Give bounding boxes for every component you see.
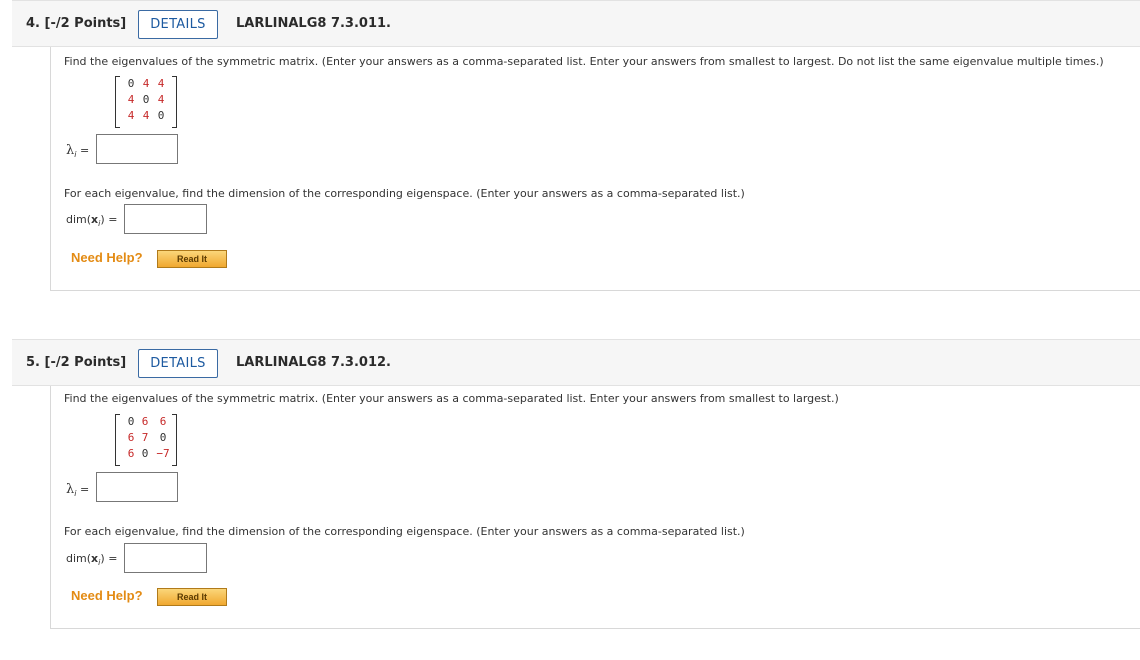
matrix-cell: 0 (142, 93, 150, 106)
question-5-number: 5. [-/2 Points] (26, 355, 127, 370)
question-5-dimension-input[interactable] (124, 543, 207, 573)
matrix-row: 4 0 4 (123, 93, 169, 108)
question-5-header: 5. [-/2 Points] DETAILS LARLINALG8 7.3.0… (12, 339, 1140, 386)
matrix-row: 4 4 0 (123, 109, 169, 124)
question-4-reference: LARLINALG8 7.3.011. (236, 16, 391, 31)
matrix-cell: 6 (141, 415, 149, 428)
question-5-reference: LARLINALG8 7.3.012. (236, 355, 391, 370)
question-4-details-button[interactable]: DETAILS (138, 10, 218, 39)
matrix-cell: 0 (141, 447, 149, 460)
question-4-eigenvalue-prompt: Find the eigenvalues of the symmetric ma… (64, 55, 1104, 68)
question-5-details-button[interactable]: DETAILS (138, 349, 218, 378)
matrix-row: 6 0 −7 (123, 447, 170, 462)
matrix-cell: 4 (127, 109, 135, 122)
matrix-cell: 7 (141, 431, 149, 444)
question-5-body: Find the eigenvalues of the symmetric ma… (50, 386, 1140, 629)
matrix-row: 6 7 0 (123, 431, 169, 446)
matrix-cell: 6 (159, 415, 167, 428)
matrix-cell: 4 (157, 77, 165, 90)
matrix-cell: 0 (157, 109, 165, 122)
question-4-eigenvalue-input[interactable] (96, 134, 178, 164)
matrix-cell: −7 (156, 447, 170, 460)
question-4-dimension-input[interactable] (124, 204, 207, 234)
matrix-cell: 4 (142, 109, 150, 122)
question-5-eigenvalue-prompt: Find the eigenvalues of the symmetric ma… (64, 392, 839, 405)
matrix-left-bracket (115, 76, 120, 128)
question-5-read-it-button[interactable]: Read It (157, 588, 227, 606)
matrix-row: 0 4 4 (123, 77, 169, 92)
matrix-cell: 0 (159, 431, 167, 444)
question-5-lambda-label: λi = (66, 482, 90, 499)
question-4-dimension-prompt: For each eigenvalue, find the dimension … (64, 187, 745, 200)
question-5-dimension-prompt: For each eigenvalue, find the dimension … (64, 525, 745, 538)
question-5-need-help: Need Help? (71, 588, 143, 603)
matrix-cell: 4 (142, 77, 150, 90)
question-4-read-it-button[interactable]: Read It (157, 250, 227, 268)
question-4-lambda-label: λi = (66, 143, 90, 160)
question-4-header: 4. [-/2 Points] DETAILS LARLINALG8 7.3.0… (12, 0, 1140, 47)
question-5-eigenvalue-input[interactable] (96, 472, 178, 502)
matrix-row: 0 6 6 (123, 415, 169, 430)
matrix-cell: 0 (127, 77, 135, 90)
question-4-need-help: Need Help? (71, 250, 143, 265)
question-5-dimension-label: dim(xi) = (66, 552, 118, 568)
question-4-dimension-label: dim(xi) = (66, 213, 118, 229)
question-4-body: Find the eigenvalues of the symmetric ma… (50, 47, 1140, 291)
question-4-number: 4. [-/2 Points] (26, 16, 127, 31)
matrix-right-bracket (172, 76, 177, 128)
question-4-matrix: 0 4 4 4 0 4 4 4 0 (115, 76, 177, 128)
question-5-matrix: 0 6 6 6 7 0 6 0 −7 (115, 414, 177, 466)
matrix-cell: 4 (157, 93, 165, 106)
matrix-cell: 4 (127, 93, 135, 106)
matrix-left-bracket (115, 414, 120, 466)
